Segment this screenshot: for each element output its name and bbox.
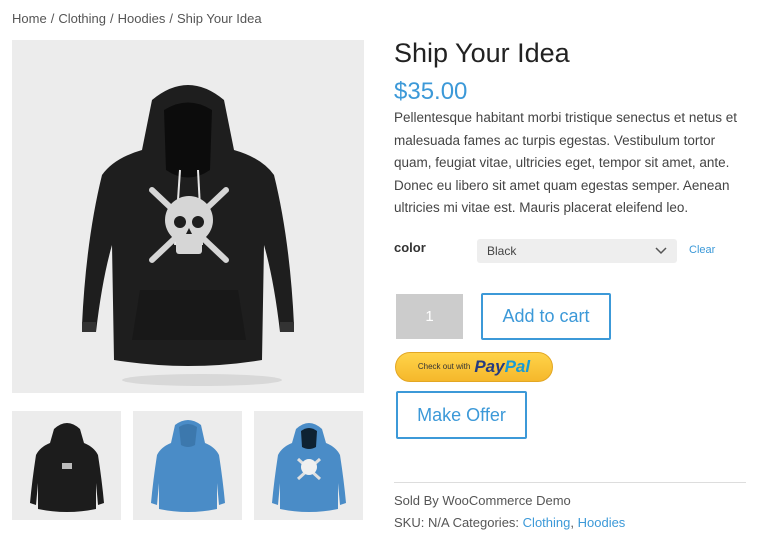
paypal-logo-pal: Pal (504, 357, 531, 376)
meta-divider (394, 482, 746, 483)
add-to-cart-button[interactable]: Add to cart (481, 293, 611, 340)
quantity-input[interactable] (396, 294, 463, 339)
hoodie-front-illustration (82, 85, 294, 386)
paypal-checkout-button[interactable]: Check out with PayPal (395, 352, 553, 382)
thumbnail-blue-hoodie-back[interactable] (133, 411, 242, 520)
hoodie-back-black-illustration (30, 423, 104, 512)
product-price: $35.00 (394, 78, 468, 105)
paypal-prefix-text: Check out with (417, 362, 471, 371)
color-select[interactable]: Black (477, 239, 677, 263)
thumbnail-black-hoodie[interactable] (12, 411, 121, 520)
breadcrumb-separator: / (50, 11, 55, 26)
sku-value: N/A (427, 515, 449, 530)
category-link-hoodies[interactable]: Hoodies (578, 515, 626, 530)
hoodie-back-blue-illustration (151, 420, 225, 512)
sold-by-text: Sold By WooCommerce Demo (394, 493, 571, 508)
breadcrumb-separator: / (169, 11, 173, 26)
sku-label: SKU: (394, 515, 425, 530)
category-link-clothing[interactable]: Clothing (523, 515, 571, 530)
breadcrumb-hoodies[interactable]: Hoodies (118, 11, 166, 26)
color-select-value: Black (487, 244, 517, 258)
main-product-image[interactable] (12, 40, 364, 393)
chevron-down-icon (655, 247, 667, 255)
product-title: Ship Your Idea (394, 38, 570, 68)
breadcrumb-clothing[interactable]: Clothing (58, 11, 106, 26)
variation-label: color (394, 240, 426, 255)
hoodie-front-blue-illustration (272, 423, 346, 512)
breadcrumb-current: Ship Your Idea (176, 11, 262, 26)
breadcrumb-separator: / (110, 11, 114, 26)
make-offer-button[interactable]: Make Offer (396, 391, 527, 439)
breadcrumb-home[interactable]: Home (12, 11, 47, 26)
clear-variation-link[interactable]: Clear (689, 244, 715, 256)
thumbnail-blue-hoodie-front[interactable] (254, 411, 363, 520)
categories-label: Categories: (452, 515, 520, 530)
product-description: Pellentesque habitant morbi tristique se… (394, 110, 737, 215)
paypal-logo-pay: Pay (474, 357, 505, 376)
breadcrumb: Home / Clothing / Hoodies / Ship Your Idea (12, 11, 262, 26)
product-meta-line: SKU: N/A Categories: Clothing, Hoodies (394, 515, 626, 530)
